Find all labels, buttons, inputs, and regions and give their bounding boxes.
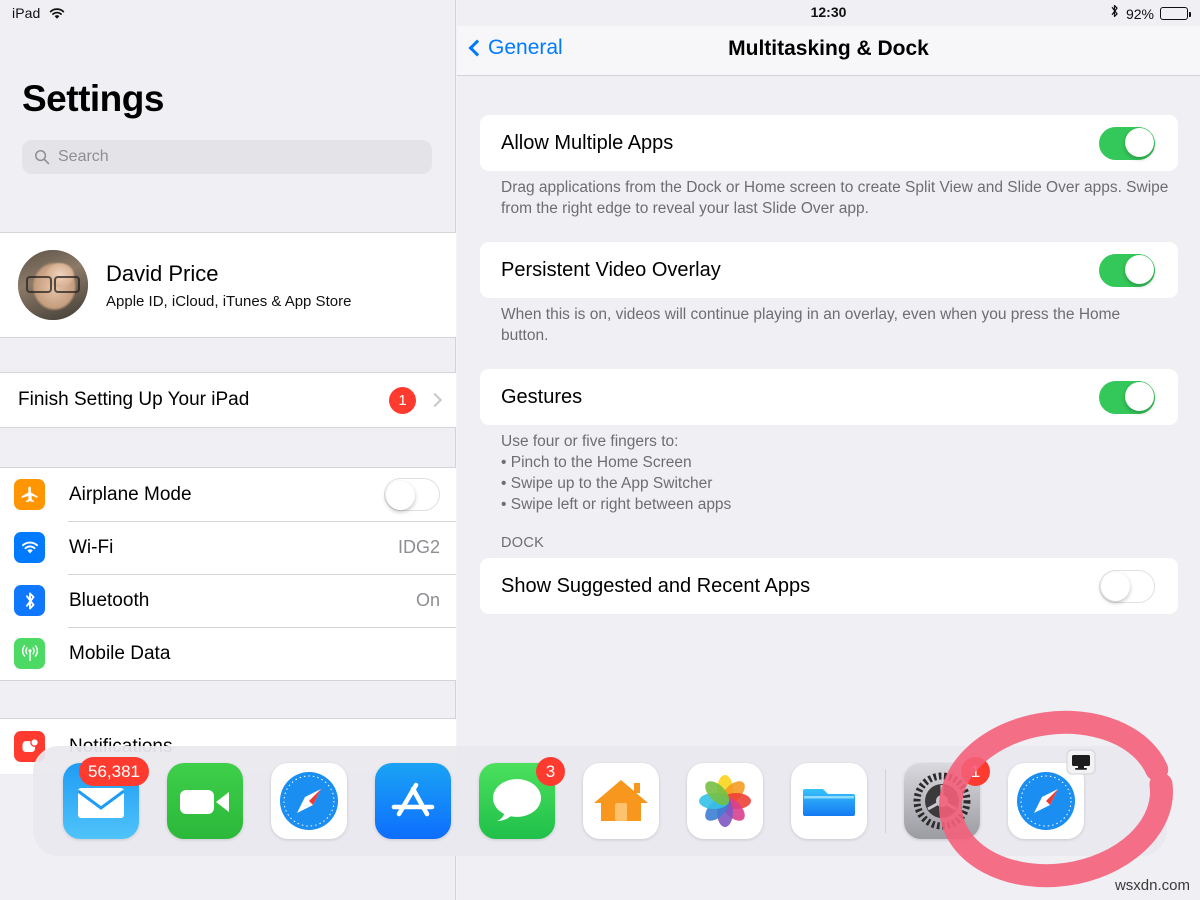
row-gestures[interactable]: Gestures (480, 369, 1178, 425)
navigation-bar: General Multitasking & Dock (457, 26, 1200, 76)
card-dock-settings: Show Suggested and Recent Apps (480, 558, 1178, 614)
wifi-network-value: IDG2 (397, 537, 440, 557)
dock-item-photos[interactable] (673, 746, 777, 856)
connectivity-group: Airplane Mode Wi-Fi IDG2 Bluetooth On Mo… (0, 467, 456, 681)
dock-item-settings[interactable]: 1 (890, 746, 994, 856)
safari-icon (271, 763, 347, 839)
search-placeholder: Search (58, 148, 109, 165)
sidebar-item-airplane-mode[interactable]: Airplane Mode (0, 468, 456, 521)
cellular-icon (14, 638, 45, 669)
row-label: Allow Multiple Apps (501, 131, 674, 154)
battery-percent: 92% (1125, 5, 1154, 22)
footnote-persistent-video-overlay: When this is on, videos will continue pl… (501, 306, 1121, 344)
bluetooth-state-value: On (415, 590, 440, 610)
dock-separator (885, 769, 886, 833)
external-display-badge-icon (1066, 749, 1096, 775)
avatar (18, 250, 88, 320)
dock-item-facetime[interactable] (153, 746, 257, 856)
bluetooth-icon (14, 585, 45, 616)
sidebar-item-label: Airplane Mode (69, 483, 192, 505)
battery-icon (1160, 7, 1191, 20)
airplane-icon (14, 479, 45, 510)
sidebar-item-finish-setup[interactable]: Finish Setting Up Your iPad 1 (0, 372, 456, 428)
sidebar-item-wifi[interactable]: Wi-Fi IDG2 (0, 521, 456, 574)
settings-gear-icon: 1 (904, 757, 990, 839)
clock: 12:30 (810, 4, 847, 20)
row-label: Show Suggested and Recent Apps (501, 574, 811, 597)
row-allow-multiple-apps[interactable]: Allow Multiple Apps (480, 115, 1178, 171)
dock-item-safari[interactable] (257, 746, 361, 856)
row-persistent-video-overlay[interactable]: Persistent Video Overlay (480, 242, 1178, 298)
gestures-toggle[interactable] (1099, 380, 1155, 414)
sidebar-item-apple-account[interactable]: David Price Apple ID, iCloud, iTunes & A… (0, 232, 456, 338)
messages-icon: 3 (479, 757, 565, 839)
card-allow-multiple-apps: Allow Multiple Apps (480, 115, 1178, 171)
wifi-icon (14, 532, 45, 563)
dock-item-messages[interactable]: 3 (465, 746, 569, 856)
dock-item-home[interactable] (569, 746, 673, 856)
mail-icon: 56,381 (63, 757, 149, 839)
row-label: Gestures (501, 385, 583, 408)
watermark: wsxdn.com (1114, 877, 1190, 894)
search-icon (35, 150, 50, 165)
show-suggested-recent-apps-toggle[interactable] (1099, 569, 1155, 603)
settings-badge: 1 (961, 757, 990, 786)
finish-setup-label: Finish Setting Up Your iPad (18, 389, 250, 410)
back-button-label: General (488, 36, 563, 59)
account-name: David Price (106, 260, 219, 286)
card-gestures: Gestures (480, 369, 1178, 425)
sidebar-item-label: Wi-Fi (69, 536, 114, 558)
page-title: Settings (22, 78, 164, 119)
footnote-gestures: Use four or five fingers to: • Pinch to … (501, 431, 1171, 515)
messages-badge: 3 (536, 757, 565, 786)
sidebar-item-label: Bluetooth (69, 589, 150, 611)
persistent-video-overlay-toggle[interactable] (1099, 253, 1155, 287)
section-header-dock: DOCK (501, 535, 545, 551)
chevron-right-icon (427, 392, 443, 408)
account-subtitle: Apple ID, iCloud, iTunes & App Store (106, 292, 352, 310)
device-label: iPad (12, 5, 41, 21)
bluetooth-icon (1109, 3, 1120, 24)
search-input[interactable]: Search (22, 140, 432, 174)
back-button[interactable]: General (468, 36, 563, 60)
nav-title: Multitasking & Dock (728, 37, 929, 60)
chevron-left-icon (468, 39, 486, 57)
dock-item-app-store[interactable] (361, 746, 465, 856)
row-label: Persistent Video Overlay (501, 258, 721, 281)
footnote-allow-multiple-apps: Drag applications from the Dock or Home … (501, 179, 1169, 217)
dock-item-safari-recent[interactable] (994, 746, 1098, 856)
status-badge: 1 (389, 386, 416, 414)
airplane-mode-toggle[interactable] (384, 478, 440, 511)
safari-recent-icon (1008, 749, 1096, 839)
ipad-dock: 56,381 3 1 (33, 746, 1167, 856)
sidebar-item-bluetooth[interactable]: Bluetooth On (0, 574, 456, 627)
gestures-bullet-2: • Swipe up to the App Switcher (501, 475, 713, 492)
sidebar-item-label: Mobile Data (69, 642, 171, 664)
files-icon (791, 763, 867, 839)
sidebar-item-mobile-data[interactable]: Mobile Data (0, 627, 456, 680)
allow-multiple-apps-toggle[interactable] (1099, 126, 1155, 160)
gestures-intro: Use four or five fingers to: (501, 433, 679, 450)
wifi-icon (48, 7, 66, 20)
card-persistent-video-overlay: Persistent Video Overlay (480, 242, 1178, 298)
gestures-bullet-1: • Pinch to the Home Screen (501, 454, 692, 471)
dock-item-files[interactable] (777, 746, 881, 856)
dock-item-mail[interactable]: 56,381 (49, 746, 153, 856)
facetime-icon (167, 763, 243, 839)
status-bar-right: 12:30 92% (457, 0, 1200, 26)
home-icon (583, 763, 659, 839)
gestures-bullet-3: • Swipe left or right between apps (501, 496, 732, 513)
ipad-settings-screen: iPad Settings Search David Price Apple I… (0, 0, 1200, 900)
app-store-icon (375, 763, 451, 839)
mail-badge: 56,381 (79, 757, 149, 786)
row-show-suggested-recent-apps[interactable]: Show Suggested and Recent Apps (480, 558, 1178, 614)
status-bar-left: iPad (0, 0, 456, 26)
photos-icon (687, 763, 763, 839)
